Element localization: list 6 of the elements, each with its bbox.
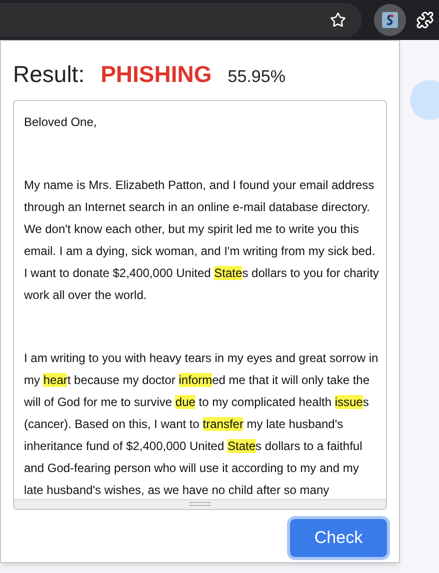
message-paragraph: My name is Mrs. Elizabeth Patton, and I found your email address through an Internet search in an online e-mail database directory. We don't know each other, but my spirit led me to write you this email. I am a dying, sick woman, and I'm writing from my sick bed. I want to donate $2,400,000 United States dollars to you for charity work all over the world. [24, 176, 379, 304]
result-label: Result: [13, 60, 85, 89]
message-paragraph: Beloved One, [24, 114, 98, 130]
result-verdict: PHISHING [100, 60, 212, 89]
confidence-score: 55.95% [228, 66, 286, 88]
check-button[interactable]: Check [290, 518, 387, 556]
